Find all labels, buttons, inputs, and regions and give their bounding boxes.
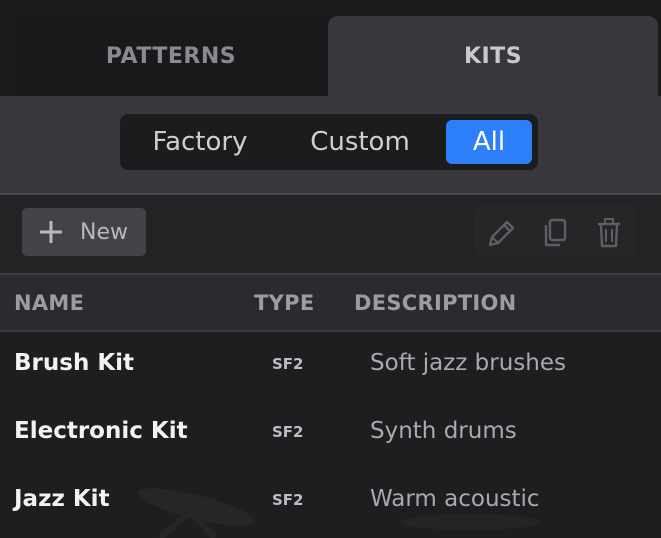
plus-icon <box>40 221 62 243</box>
filter-factory[interactable]: Factory <box>134 120 266 164</box>
kit-type-badge: SF2 <box>272 355 304 373</box>
table-row[interactable]: Jazz Kit SF2 Warm acoustic <box>0 468 661 536</box>
new-kit-button[interactable]: New <box>22 208 146 256</box>
trash-icon[interactable] <box>594 217 624 249</box>
tab-bar: PATTERNS KITS <box>0 0 661 96</box>
column-header-description[interactable]: DESCRIPTION <box>354 291 517 315</box>
filter-all[interactable]: All <box>446 120 532 164</box>
kit-list: Brush Kit SF2 Soft jazz brushes Electron… <box>0 332 661 538</box>
column-header-name[interactable]: NAME <box>14 291 84 315</box>
kit-type-badge: SF2 <box>272 491 304 509</box>
edit-icon[interactable] <box>486 217 516 249</box>
row-actions <box>474 205 636 257</box>
copy-icon[interactable] <box>540 217 570 249</box>
kit-type-badge: SF2 <box>272 423 304 441</box>
kit-description: Warm acoustic <box>370 486 540 512</box>
tab-kits[interactable]: KITS <box>328 16 658 96</box>
kit-description: Soft jazz brushes <box>370 350 566 376</box>
kit-description: Synth drums <box>370 418 517 444</box>
kit-name: Brush Kit <box>14 350 135 376</box>
table-header: NAME TYPE DESCRIPTION <box>0 275 661 330</box>
new-button-label: New <box>80 220 128 245</box>
column-header-type[interactable]: TYPE <box>254 291 314 315</box>
kit-source-filter: Factory Custom All <box>120 114 538 170</box>
tab-patterns[interactable]: PATTERNS <box>14 16 328 96</box>
filter-area: Factory Custom All <box>0 96 661 193</box>
table-row[interactable]: Electronic Kit SF2 Synth drums <box>0 400 661 468</box>
toolbar: New <box>0 195 661 273</box>
filter-custom[interactable]: Custom <box>294 120 426 164</box>
table-row[interactable]: Brush Kit SF2 Soft jazz brushes <box>0 332 661 400</box>
kit-name: Jazz Kit <box>14 486 110 512</box>
kit-name: Electronic Kit <box>14 418 188 444</box>
